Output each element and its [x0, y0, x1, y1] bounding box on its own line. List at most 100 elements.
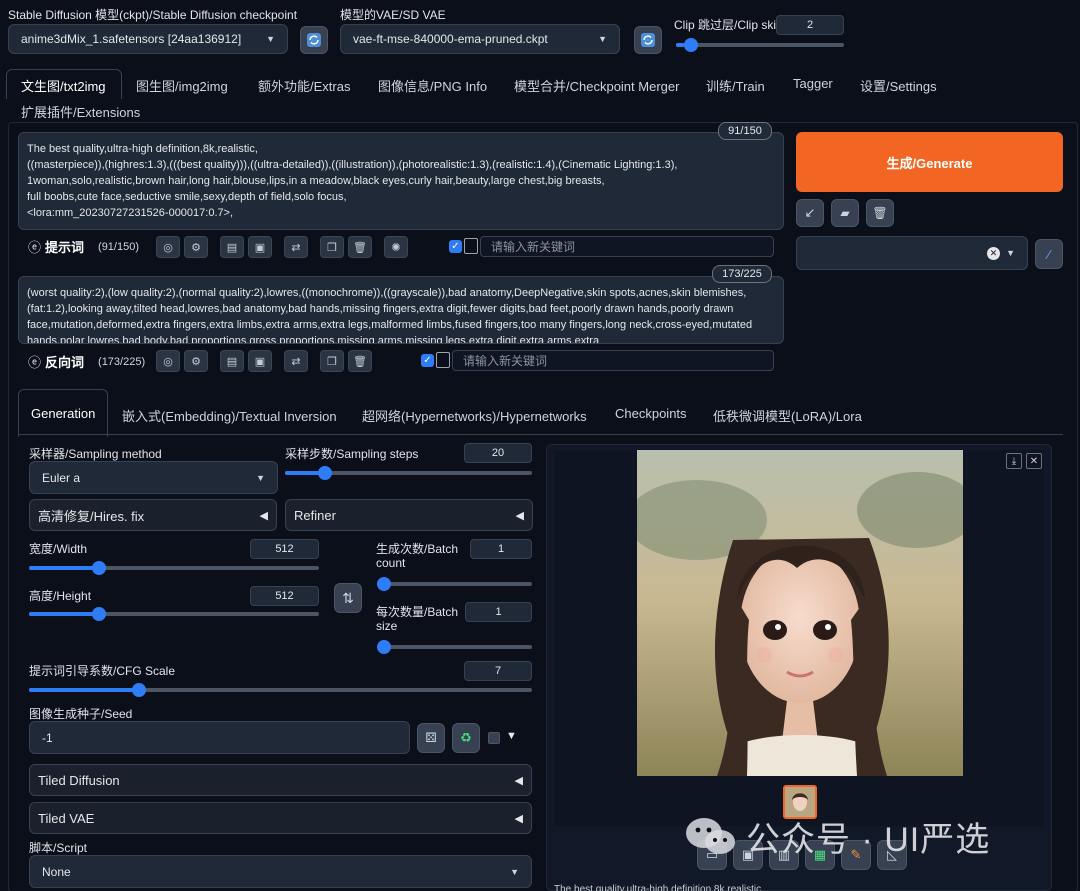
batch-size-slider[interactable]	[377, 640, 532, 654]
watermark-text: 公众号 · UI严选	[746, 821, 991, 859]
gear-icon[interactable]: ⚙	[184, 236, 208, 258]
refresh-icon	[641, 33, 655, 47]
steps-label: 采样步数/Sampling steps	[285, 447, 419, 461]
collapse-icon[interactable]: ⓔ	[28, 237, 41, 256]
tab-train[interactable]: 训练/Train	[706, 76, 765, 95]
reuse-seed-button[interactable]: ♻	[452, 723, 480, 753]
batch-count-input[interactable]: 1	[470, 539, 532, 559]
subtab-hypernetworks[interactable]: 超网络(Hypernetworks)/Hypernetworks	[362, 406, 587, 425]
checkpoint-value: anime3dMix_1.safetensors [24aa136912]	[21, 32, 242, 46]
clip-skip-slider[interactable]	[676, 38, 844, 52]
globe-icon[interactable]: ◎	[156, 236, 180, 258]
seed-input[interactable]: -1	[29, 721, 410, 754]
globe-icon[interactable]: ◎	[156, 350, 180, 372]
tiled-vae-accordion[interactable]: Tiled VAE ◀	[29, 802, 532, 834]
tab-png-info[interactable]: 图像信息/PNG Info	[378, 76, 487, 95]
extra-seed-checkbox[interactable]	[488, 732, 500, 744]
prompt-count: (91/150)	[98, 240, 140, 253]
collapse-icon[interactable]: ⓔ	[28, 352, 41, 371]
steps-input[interactable]: 20	[464, 443, 532, 463]
styles-select[interactable]: ✕ ▼	[796, 236, 1028, 270]
refiner-accordion[interactable]: Refiner ◀	[285, 499, 533, 531]
tab-checkpoint-merger[interactable]: 模型合并/Checkpoint Merger	[514, 76, 679, 95]
batch-count-slider[interactable]	[377, 577, 532, 591]
doc-edit-icon[interactable]: ▤	[220, 350, 244, 372]
prompt-textarea[interactable]: The best quality,ultra-high definition,8…	[18, 132, 784, 230]
height-input[interactable]: 512	[250, 586, 319, 606]
prompt-keyword-input[interactable]: 请输入新关键词	[480, 236, 774, 257]
wechat-logo-icon	[686, 817, 735, 854]
clear-button[interactable]: 🗑	[866, 199, 894, 227]
edit-styles-button[interactable]: ⁄	[1035, 239, 1063, 269]
translate-icon[interactable]: ⇄	[284, 350, 308, 372]
batch-count-label: 生成次数/Batch	[376, 542, 459, 556]
tab-txt2img[interactable]: 文生图/txt2img	[21, 76, 106, 95]
vae-select[interactable]: vae-ft-mse-840000-ema-pruned.ckpt ▼	[340, 24, 620, 54]
subtab-generation[interactable]: Generation	[31, 406, 95, 421]
batch-size-input[interactable]: 1	[465, 602, 532, 622]
tiled-diffusion-accordion[interactable]: Tiled Diffusion ◀	[29, 764, 532, 796]
gear-icon[interactable]: ⚙	[184, 350, 208, 372]
clip-skip-input[interactable]: 2	[776, 15, 844, 35]
negative-keyword-input[interactable]: 请输入新关键词	[452, 350, 774, 371]
recycle-icon: ♻	[460, 730, 472, 745]
bookmark-icon[interactable]: ▣	[248, 236, 272, 258]
caret-left-icon: ◀	[259, 509, 268, 522]
bookmark-icon[interactable]: ▣	[248, 350, 272, 372]
copy-icon[interactable]: ❐	[320, 236, 344, 258]
script-value: None	[42, 864, 71, 879]
tab-extensions[interactable]: 扩展插件/Extensions	[21, 102, 140, 121]
sampler-select[interactable]: Euler a ▼	[29, 461, 278, 494]
cfg-input[interactable]: 7	[464, 661, 532, 681]
tab-settings[interactable]: 设置/Settings	[860, 76, 937, 95]
width-slider[interactable]	[29, 561, 319, 575]
watermark: 公众号 · UI严选	[684, 812, 990, 861]
clip-skip-label: Clip 跳过层/Clip skip	[674, 18, 783, 32]
height-slider[interactable]	[29, 607, 319, 621]
tab-extras[interactable]: 额外功能/Extras	[258, 76, 350, 95]
cfg-slider[interactable]	[29, 683, 532, 697]
caret-down-icon[interactable]: ▼	[506, 730, 517, 742]
tab-img2img[interactable]: 图生图/img2img	[136, 76, 228, 95]
copy-icon[interactable]: ❐	[320, 350, 344, 372]
script-select[interactable]: None ▼	[29, 855, 532, 888]
read-params-button[interactable]: ↙	[796, 199, 824, 227]
batch-count-label-2: count	[376, 556, 406, 570]
openai-icon[interactable]: ✺	[384, 236, 408, 258]
chevron-down-icon: ▼	[598, 34, 607, 44]
translate-icon[interactable]: ⇄	[284, 236, 308, 258]
refresh-checkpoint-button[interactable]	[300, 26, 328, 54]
trash-icon[interactable]: 🗑	[348, 350, 372, 372]
keyword-checkbox[interactable]: ✓	[449, 240, 462, 253]
close-icon[interactable]: ✕	[987, 246, 1001, 260]
negative-toolbar-label: ⓔ 反向词 (173/225)	[28, 352, 145, 371]
download-icon[interactable]: ⤓	[1006, 453, 1022, 469]
close-icon[interactable]: ✕	[1026, 453, 1042, 469]
swap-dimensions-button[interactable]: ⇅	[334, 583, 362, 613]
styles-controls: ✕ ▼	[987, 246, 1015, 260]
subtab-lora[interactable]: 低秩微调模型(LoRA)/Lora	[713, 406, 862, 425]
checkpoint-select[interactable]: anime3dMix_1.safetensors [24aa136912] ▼	[8, 24, 288, 54]
tab-tagger[interactable]: Tagger	[793, 76, 833, 91]
hires-fix-accordion[interactable]: 高清修复/Hires. fix ◀	[29, 499, 277, 531]
note-icon: ▰	[840, 206, 850, 220]
doc-edit-icon[interactable]: ▤	[220, 236, 244, 258]
sampler-value: Euler a	[42, 470, 81, 485]
subtab-checkpoints[interactable]: Checkpoints	[615, 406, 687, 421]
vae-value: vae-ft-mse-840000-ema-pruned.ckpt	[353, 32, 548, 46]
caret-left-icon: ◀	[514, 774, 523, 787]
seed-label: 图像生成种子/Seed	[29, 707, 133, 721]
refresh-icon	[307, 33, 321, 47]
negative-keyword-checkbox[interactable]: ✓	[421, 354, 434, 367]
refresh-vae-button[interactable]	[634, 26, 662, 54]
random-seed-button[interactable]: ⚄	[417, 723, 445, 753]
save-style-button[interactable]: ▰	[831, 199, 859, 227]
prompt-toolbar-label: ⓔ 提示词 (91/150)	[28, 237, 139, 256]
subtab-embedding[interactable]: 嵌入式(Embedding)/Textual Inversion	[122, 406, 337, 425]
steps-slider[interactable]	[285, 466, 532, 480]
generated-image[interactable]	[637, 450, 963, 776]
generate-button[interactable]: 生成/Generate	[796, 132, 1063, 192]
negative-prompt-textarea[interactable]: (worst quality:2),(low quality:2),(norma…	[18, 276, 784, 344]
width-input[interactable]: 512	[250, 539, 319, 559]
trash-icon[interactable]: 🗑	[348, 236, 372, 258]
